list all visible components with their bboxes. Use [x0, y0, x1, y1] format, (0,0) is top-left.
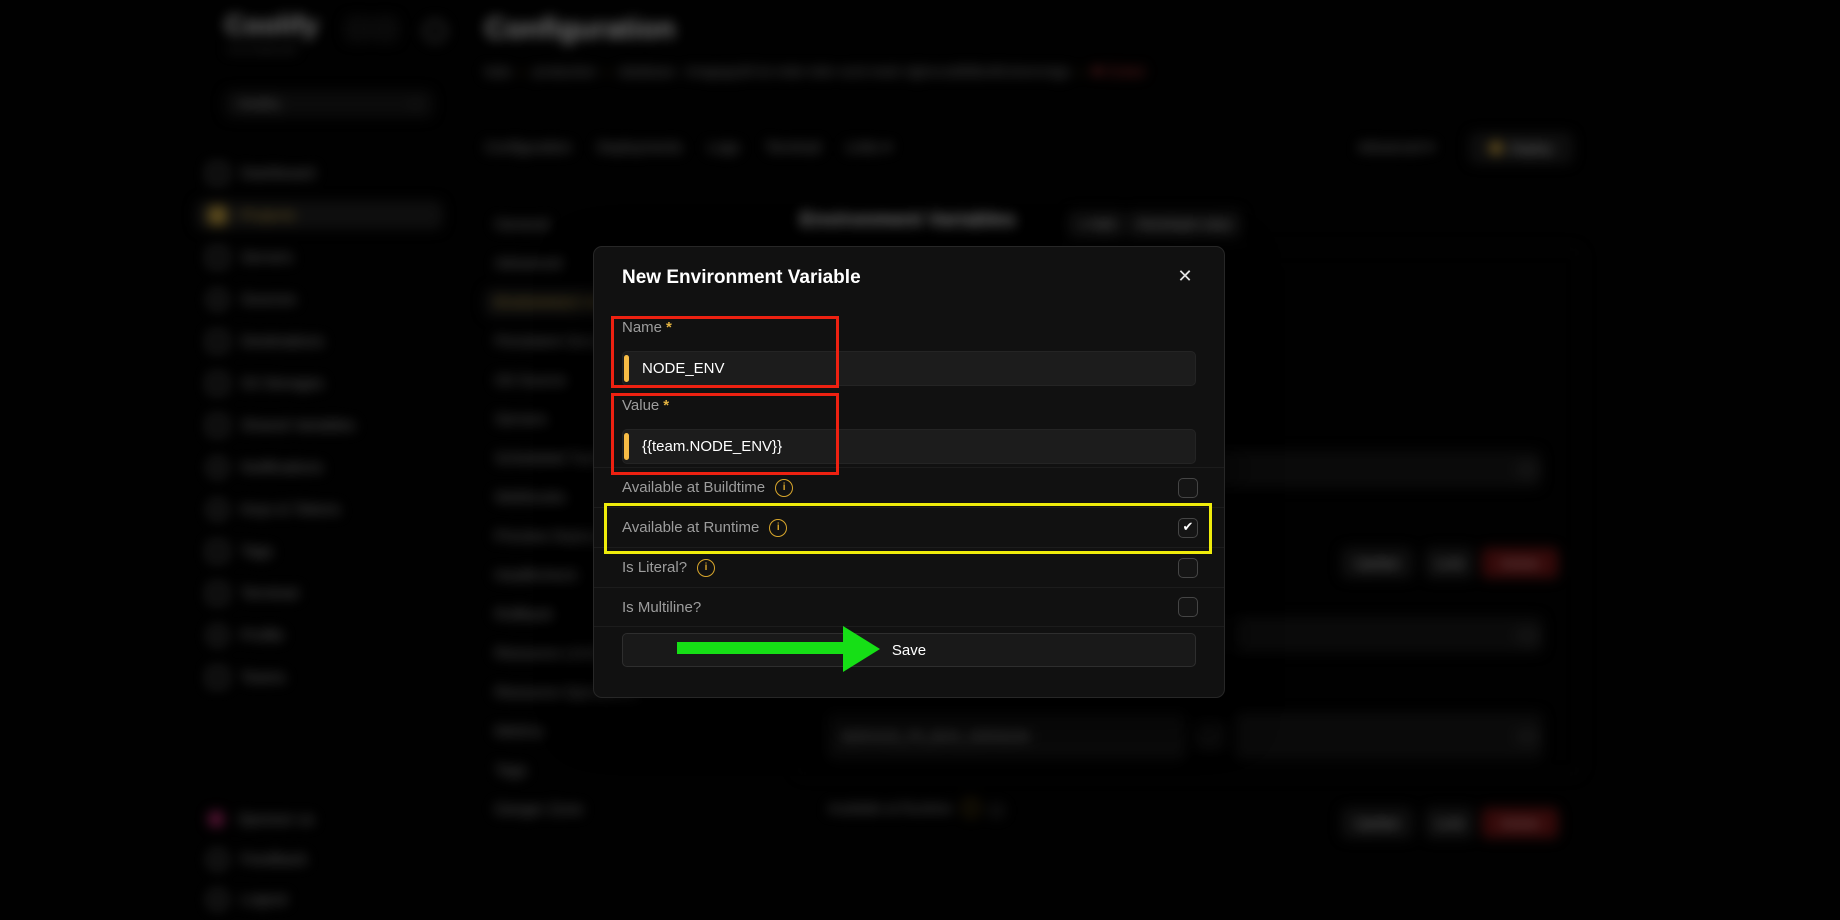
buildtime-checkbox[interactable] [1178, 478, 1198, 498]
name-input[interactable]: NODE_ENV [622, 351, 1196, 386]
checkmark-icon: ✔ [1183, 520, 1194, 535]
literal-checkbox[interactable] [1178, 558, 1198, 578]
multiline-checkbox[interactable] [1178, 597, 1198, 617]
checkbox-label: Is Literal? [622, 559, 687, 576]
dirty-field-bar [624, 433, 629, 460]
multiline-row: Is Multiline? [594, 587, 1224, 627]
close-icon[interactable]: ✕ [1172, 263, 1198, 289]
name-input-value: NODE_ENV [642, 360, 725, 377]
runtime-checkbox[interactable]: ✔ [1178, 518, 1198, 538]
coolify-app: Coolify v4.0.0-beta.420 Healthy + Dashbo… [0, 0, 1840, 920]
literal-row: Is Literal? i [594, 547, 1224, 587]
runtime-row: Available at Runtime i ✔ [594, 507, 1224, 547]
checkbox-label: Is Multiline? [622, 599, 701, 616]
value-input[interactable]: {{team.NODE_ENV}} [622, 429, 1196, 464]
value-field-label: Value* [622, 397, 669, 414]
info-icon: i [697, 559, 715, 577]
new-env-var-modal: New Environment Variable ✕ Name* NODE_EN… [593, 246, 1225, 698]
modal-title: New Environment Variable [622, 267, 861, 289]
annotation-green-arrow-head [843, 626, 880, 672]
required-asterisk: * [663, 397, 669, 414]
checkbox-label: Available at Runtime [622, 519, 759, 536]
info-icon: i [775, 479, 793, 497]
buildtime-row: Available at Buildtime i [594, 467, 1224, 507]
checkbox-label: Available at Buildtime [622, 479, 765, 496]
name-field-label: Name* [622, 319, 672, 336]
required-asterisk: * [666, 319, 672, 336]
value-input-value: {{team.NODE_ENV}} [642, 438, 782, 455]
info-icon: i [769, 519, 787, 537]
annotation-green-arrow-shaft [677, 642, 843, 654]
dirty-field-bar [624, 355, 629, 382]
save-label: Save [892, 642, 926, 659]
